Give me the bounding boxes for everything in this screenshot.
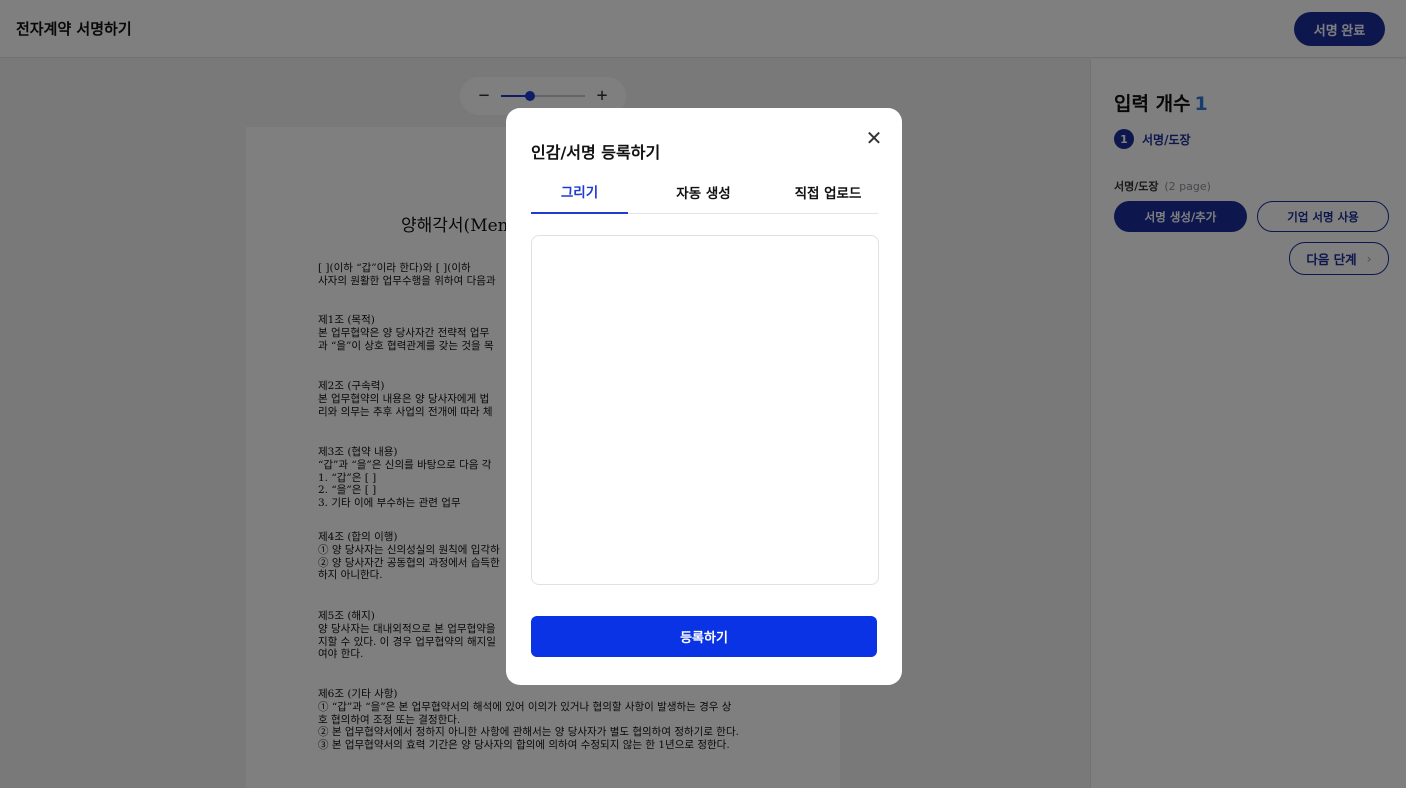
signature-register-modal: 인감/서명 등록하기 ✕ 그리기 자동 생성 직접 업로드 등록하기 [506, 108, 902, 685]
register-button[interactable]: 등록하기 [531, 616, 877, 657]
tab-direct-upload[interactable]: 직접 업로드 [776, 170, 880, 214]
close-icon[interactable]: ✕ [862, 126, 886, 150]
signature-method-tabs: 그리기 자동 생성 직접 업로드 [531, 170, 878, 214]
tab-draw[interactable]: 그리기 [531, 170, 628, 214]
modal-title: 인감/서명 등록하기 [531, 143, 661, 162]
signature-drawing-canvas[interactable] [531, 235, 879, 585]
tab-auto-generate[interactable]: 자동 생성 [646, 170, 761, 214]
